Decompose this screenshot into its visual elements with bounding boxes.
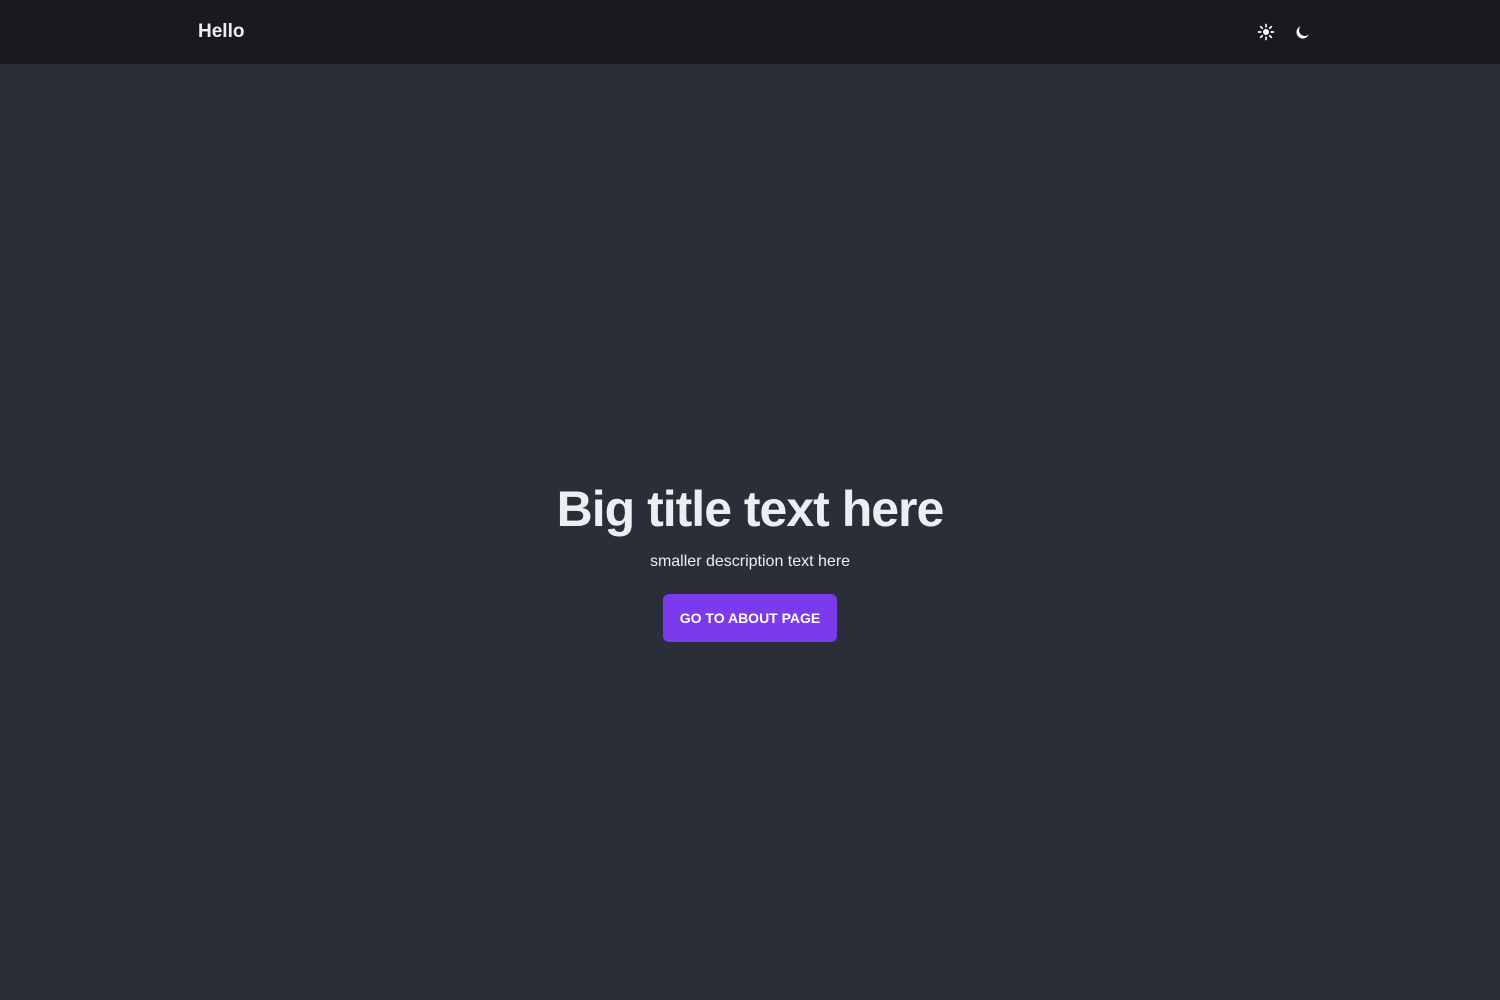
moon-icon [1295, 25, 1309, 39]
hero-description: smaller description text here [649, 553, 851, 570]
sun-icon [1257, 23, 1275, 41]
dark-mode-toggle[interactable] [1290, 20, 1314, 44]
hero-section: Big title text here smaller description … [0, 478, 1500, 642]
light-mode-toggle[interactable] [1254, 20, 1278, 44]
navbar: Hello [0, 0, 1500, 64]
brand-link[interactable]: Hello [198, 19, 244, 45]
hero-title: Big title text here [556, 481, 945, 537]
about-page-button[interactable]: GO TO ABOUT PAGE [662, 594, 838, 642]
